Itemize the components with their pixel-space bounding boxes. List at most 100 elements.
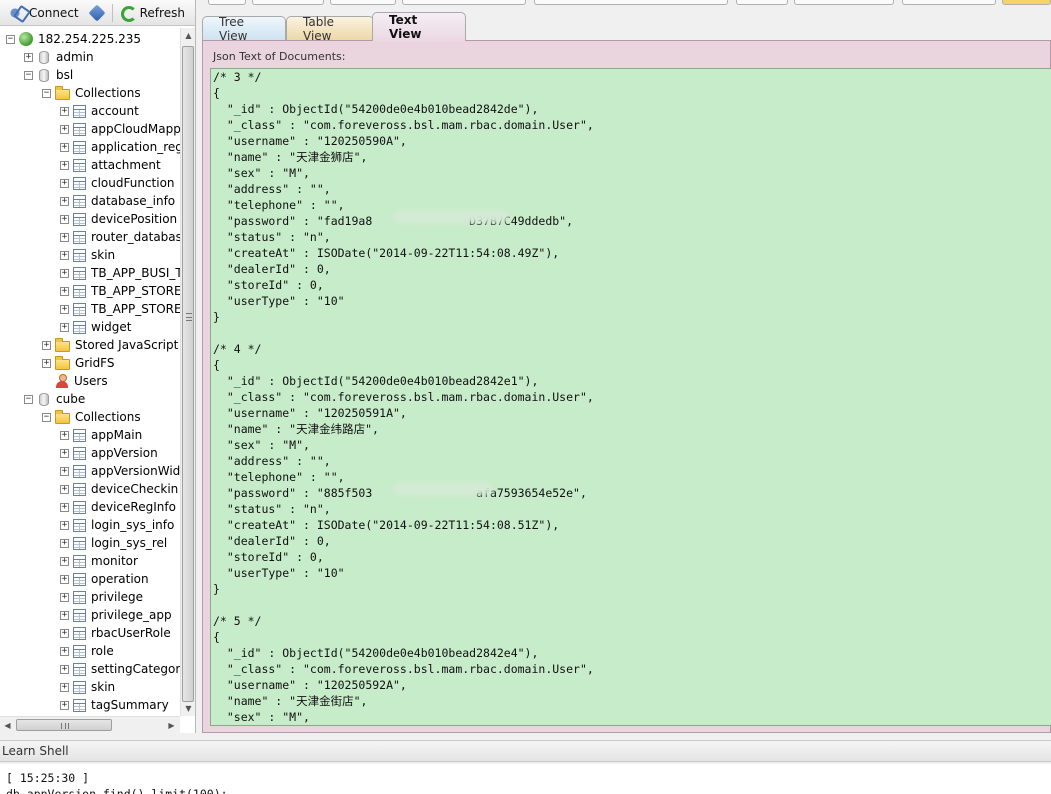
expand-icon[interactable]: + [60, 664, 69, 674]
expand-icon[interactable]: + [60, 304, 69, 314]
expand-icon[interactable]: + [60, 268, 69, 278]
expand-icon[interactable]: + [60, 574, 69, 584]
expand-icon[interactable]: + [60, 196, 69, 206]
tree-node[interactable]: − bsl [24, 66, 73, 84]
tree-node[interactable]: − Collections [42, 408, 141, 426]
tree-node[interactable]: + TB_APP_STORE [60, 300, 180, 318]
expand-icon[interactable]: + [42, 340, 51, 350]
expand-icon[interactable]: + [60, 610, 69, 620]
expand-icon[interactable]: + [60, 484, 69, 494]
tree-node[interactable]: + skin [60, 678, 115, 696]
tree-node[interactable]: + monitor [60, 552, 138, 570]
expand-icon[interactable]: + [60, 448, 69, 458]
tree-node[interactable]: − cube [24, 390, 85, 408]
expand-icon[interactable]: + [60, 628, 69, 638]
expand-icon[interactable]: + [60, 646, 69, 656]
tree-node[interactable]: + operation [60, 570, 149, 588]
tree-node[interactable]: Users [42, 372, 108, 390]
toolbar-control[interactable] [534, 0, 728, 5]
tree-node[interactable]: + widget [60, 318, 131, 336]
tree-node[interactable]: + appVersionWid [60, 462, 180, 480]
toolbar-control[interactable] [208, 0, 246, 5]
expand-icon[interactable]: + [60, 250, 69, 260]
disconnect-icon[interactable] [88, 4, 106, 22]
tree-node[interactable]: + appMain [60, 426, 142, 444]
tree-node[interactable]: + tagSummary [60, 696, 169, 714]
expand-icon[interactable]: + [24, 52, 33, 62]
expand-icon[interactable]: + [60, 322, 69, 332]
expand-icon[interactable]: + [60, 502, 69, 512]
tree-node[interactable]: + deviceCheckin [60, 480, 178, 498]
tree-node[interactable]: + GridFS [42, 354, 115, 372]
collapse-icon[interactable]: − [42, 412, 51, 422]
refresh-button[interactable]: Refresh [115, 2, 190, 24]
scroll-up-icon[interactable]: ▲ [181, 28, 196, 43]
connect-button[interactable]: Connect [4, 2, 84, 24]
tree-node[interactable]: + cloudFunction [60, 174, 175, 192]
hscroll-thumb[interactable] [16, 719, 112, 731]
database-tree[interactable]: −182.254.225.235 + admin − bsl − Collections + a… [0, 28, 180, 716]
tree-node[interactable]: + appVersion [60, 444, 158, 462]
tab-text-view[interactable]: Text View [372, 12, 466, 41]
expand-icon[interactable]: + [60, 286, 69, 296]
tree-node[interactable]: + settingCategory [60, 660, 180, 678]
tree-node[interactable]: + privilege [60, 588, 143, 606]
expand-icon[interactable]: + [60, 214, 69, 224]
expand-icon[interactable]: + [60, 466, 69, 476]
toolbar-control[interactable] [736, 0, 788, 5]
expand-icon[interactable]: + [60, 430, 69, 440]
tree-node[interactable]: + account [60, 102, 139, 120]
tree-node[interactable]: + application_reg [60, 138, 180, 156]
shell-output[interactable]: [ 15:25:30 ] db.appVersion.find().limit(1… [0, 764, 1051, 794]
expand-icon[interactable]: + [60, 592, 69, 602]
tree-node[interactable]: + attachment [60, 156, 161, 174]
tree-node[interactable]: + TB_APP_STORE [60, 282, 180, 300]
tree-node[interactable]: + appCloudMapp [60, 120, 180, 138]
expand-icon[interactable]: + [60, 160, 69, 170]
tree-node[interactable]: + login_sys_rel [60, 534, 167, 552]
collapse-icon[interactable]: − [42, 88, 51, 98]
expand-icon[interactable]: + [60, 142, 69, 152]
tree-node[interactable]: + router_database [60, 228, 180, 246]
expand-icon[interactable]: + [60, 538, 69, 548]
expand-icon[interactable]: + [60, 556, 69, 566]
scroll-down-icon[interactable]: ▼ [181, 701, 196, 716]
collapse-icon[interactable]: − [6, 34, 15, 44]
tree-node[interactable]: − Collections [42, 84, 141, 102]
expand-icon[interactable]: + [60, 232, 69, 242]
tree-node[interactable]: + skin [60, 246, 115, 264]
tree-node[interactable]: + devicePosition [60, 210, 177, 228]
toolbar-control[interactable] [902, 0, 996, 5]
expand-icon[interactable]: + [60, 520, 69, 530]
toolbar-control[interactable] [794, 0, 894, 5]
expand-icon[interactable]: + [60, 700, 69, 710]
scroll-thumb[interactable] [182, 46, 194, 702]
toolbar-control[interactable] [402, 0, 526, 5]
scroll-left-icon[interactable]: ◀ [0, 717, 15, 734]
tree-node[interactable]: + Stored JavaScript [42, 336, 178, 354]
tree-node[interactable]: + deviceRegInfo [60, 498, 176, 516]
tab-tree-view[interactable]: Tree View [202, 15, 286, 43]
tree-node[interactable]: + rbacUserRole [60, 624, 171, 642]
tree-node[interactable]: + role [60, 642, 114, 660]
expand-icon[interactable]: + [60, 178, 69, 188]
toolbar-control[interactable] [252, 0, 324, 5]
toolbar-control[interactable] [1002, 0, 1051, 5]
tree-vertical-scrollbar[interactable]: ▲ ▼ [180, 28, 195, 716]
expand-icon[interactable]: + [60, 106, 69, 116]
scroll-right-icon[interactable]: ▶ [164, 717, 179, 734]
tree-horizontal-scrollbar[interactable]: ◀ ▶ [0, 716, 180, 733]
expand-icon[interactable]: + [60, 124, 69, 134]
json-text-area[interactable]: /* 3 */ { "_id" : ObjectId("54200de0e4b01… [210, 68, 1051, 726]
collapse-icon[interactable]: − [24, 70, 33, 80]
collapse-icon[interactable]: − [24, 394, 33, 404]
tree-node[interactable]: + TB_APP_BUSI_T [60, 264, 180, 282]
tree-node[interactable]: − 182.254.225.235 [6, 30, 141, 48]
tree-node[interactable]: + database_info [60, 192, 175, 210]
expand-icon[interactable]: + [42, 358, 51, 368]
tree-node[interactable]: + privilege_app [60, 606, 172, 624]
expand-icon[interactable]: + [60, 682, 69, 692]
tree-node[interactable]: + admin [24, 48, 94, 66]
tab-table-view[interactable]: Table View [286, 15, 374, 43]
toolbar-control[interactable] [330, 0, 396, 5]
